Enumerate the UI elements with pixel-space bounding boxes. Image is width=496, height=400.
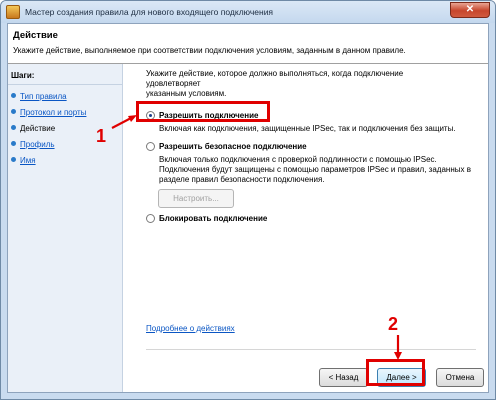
annotation-highlight-next (366, 359, 425, 386)
annotation-arrow-overlay (111, 115, 402, 360)
annotation-number-2: 2 (388, 314, 399, 334)
annotation-number-1: 1 (96, 126, 107, 146)
annotation-arrowhead-1 (128, 115, 137, 122)
